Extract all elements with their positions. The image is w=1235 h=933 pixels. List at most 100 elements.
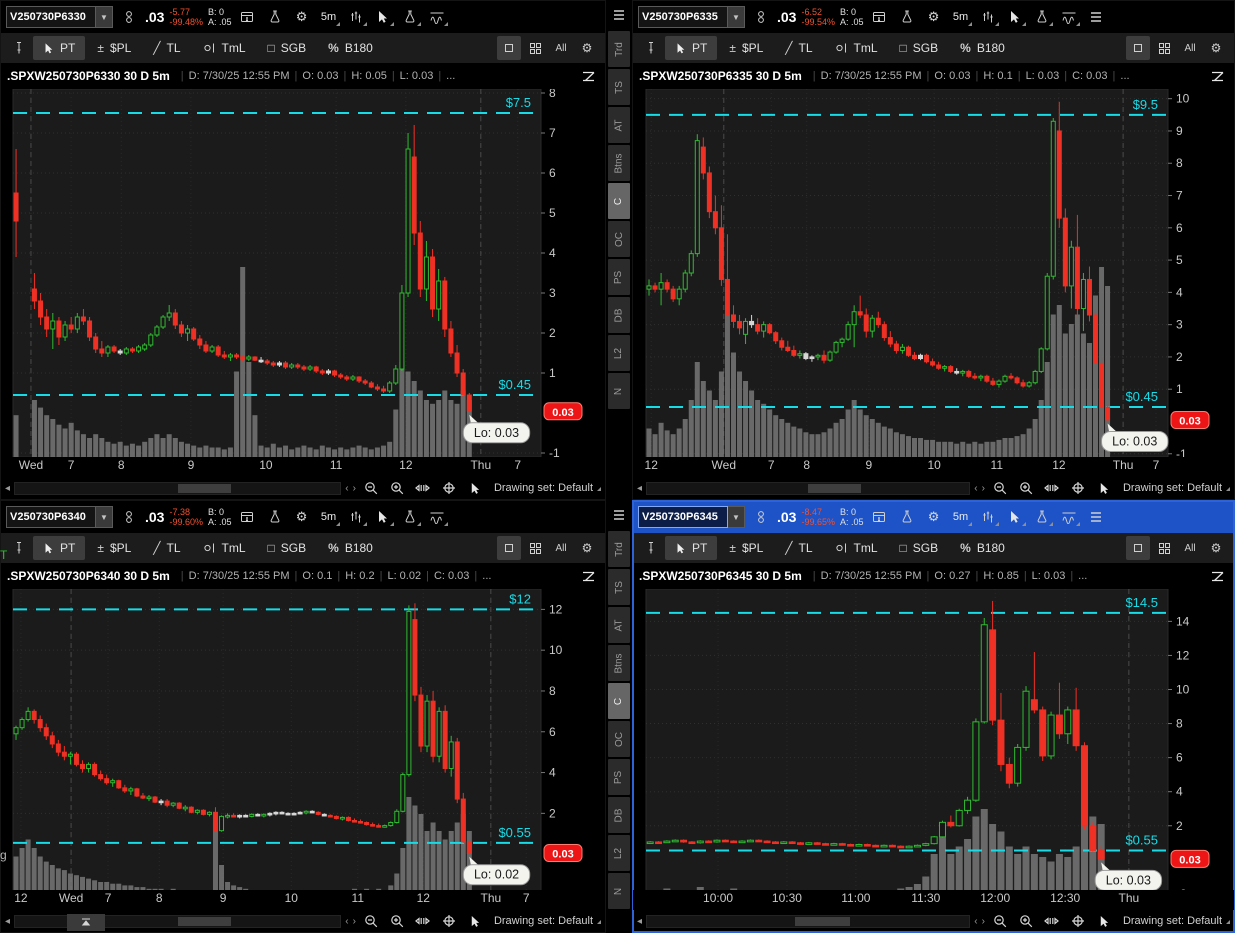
timeline-tool-button[interactable]: TmL — [825, 36, 888, 60]
crosshair-icon[interactable] — [1067, 476, 1089, 500]
pan-icon[interactable] — [1041, 909, 1063, 933]
analyze-flask-icon[interactable] — [264, 505, 286, 529]
sgb-tool-button[interactable]: □ SGB — [258, 36, 317, 60]
price-chart[interactable]: $12$0.5512108642-20.03Lo: 0.02 — [1, 589, 606, 890]
zoom-in-icon[interactable] — [1015, 476, 1037, 500]
gadget-tab-c[interactable]: C — [608, 683, 630, 719]
toolbar-gear-icon[interactable]: ⚙ — [575, 536, 599, 560]
chart-mode-icon[interactable] — [577, 564, 599, 588]
gadget-tab-db[interactable]: DB — [608, 297, 630, 333]
gear-icon[interactable]: ⚙ — [291, 5, 313, 29]
timeframe-button[interactable]: 5m — [318, 505, 340, 529]
gadget-tab-at[interactable]: AT — [608, 107, 630, 143]
events-icon[interactable] — [237, 5, 259, 29]
gadget-tab-trd[interactable]: Trd — [608, 531, 630, 567]
gadget-tab-c[interactable]: C — [608, 183, 630, 219]
single-pane-icon[interactable] — [497, 536, 521, 560]
step-right-icon[interactable]: › — [982, 483, 985, 494]
zoom-in-icon[interactable] — [1015, 909, 1037, 933]
gadget-tab-n[interactable]: N — [608, 873, 630, 909]
studies-flask-icon[interactable] — [399, 5, 421, 29]
zoom-in-icon[interactable] — [386, 909, 408, 933]
trendline-tool-button[interactable]: ╱ TL — [775, 536, 822, 560]
step-left-icon[interactable]: ‹ — [974, 483, 977, 494]
drawing-set-label[interactable]: Drawing set: Default — [490, 482, 601, 494]
gadget-tab-ps[interactable]: PS — [608, 259, 630, 295]
gadget-menu-icon[interactable] — [608, 503, 630, 527]
gadget-tab-btns[interactable]: Btns — [608, 645, 630, 681]
timeframe-button[interactable]: 5m — [950, 505, 972, 529]
step-right-icon[interactable]: › — [353, 916, 356, 927]
b180-tool-button[interactable]: % B180 — [950, 536, 1015, 560]
timeframe-button[interactable]: 5m — [950, 5, 972, 29]
analyze-flask-icon[interactable] — [896, 5, 918, 29]
cursor-icon[interactable] — [372, 505, 394, 529]
timeline-tool-button[interactable]: TmL — [193, 36, 256, 60]
crosshair-icon[interactable] — [1067, 909, 1089, 933]
symbol-dropdown-button[interactable]: ▼ — [96, 506, 113, 528]
studies-flask-icon[interactable] — [1031, 5, 1053, 29]
gear-icon[interactable]: ⚙ — [291, 505, 313, 529]
all-button[interactable]: All — [1178, 36, 1202, 60]
pointer-tool-button[interactable]: PT — [665, 536, 717, 560]
bar-cursor-icon[interactable] — [1093, 476, 1115, 500]
pattern-icon[interactable] — [977, 5, 999, 29]
studies-flask-icon[interactable] — [399, 505, 421, 529]
b180-tool-button[interactable]: % B180 — [318, 36, 383, 60]
pin-icon[interactable] — [7, 536, 31, 560]
drawings-icon[interactable] — [1058, 5, 1080, 29]
all-button[interactable]: All — [1178, 536, 1202, 560]
bar-cursor-icon[interactable] — [464, 909, 486, 933]
chart-mode-icon[interactable] — [577, 64, 599, 88]
scrollbar-thumb[interactable] — [795, 917, 850, 926]
timeline-tool-button[interactable]: TmL — [825, 536, 888, 560]
pointer-tool-button[interactable]: PT — [665, 36, 717, 60]
pin-icon[interactable] — [639, 36, 663, 60]
trendline-tool-button[interactable]: ╱ TL — [775, 36, 822, 60]
drawing-set-label[interactable]: Drawing set: Default — [1119, 482, 1230, 494]
bar-cursor-icon[interactable] — [1093, 909, 1115, 933]
zoom-out-icon[interactable] — [989, 476, 1011, 500]
pl-tool-button[interactable]: ± $PL — [87, 36, 141, 60]
link-icon[interactable] — [750, 505, 772, 529]
pl-tool-button[interactable]: ± $PL — [719, 36, 773, 60]
zoom-out-icon[interactable] — [360, 909, 382, 933]
symbol-dropdown-button[interactable]: ▼ — [728, 6, 745, 28]
trendline-tool-button[interactable]: ╱ TL — [143, 36, 190, 60]
sgb-tool-button[interactable]: □ SGB — [890, 36, 949, 60]
pattern-icon[interactable] — [345, 5, 367, 29]
b180-tool-button[interactable]: % B180 — [318, 536, 383, 560]
pan-icon[interactable] — [1041, 476, 1063, 500]
chart-scrollbar[interactable] — [646, 482, 970, 495]
all-button[interactable]: All — [549, 536, 573, 560]
gadget-tab-trd[interactable]: Trd — [608, 31, 630, 67]
cursor-icon[interactable] — [1004, 505, 1026, 529]
gadget-tab-l2[interactable]: L2 — [608, 335, 630, 371]
step-right-icon[interactable]: › — [353, 483, 356, 494]
sgb-tool-button[interactable]: □ SGB — [258, 536, 317, 560]
crosshair-icon[interactable] — [438, 476, 460, 500]
gadget-menu-icon[interactable] — [608, 3, 630, 27]
single-pane-icon[interactable] — [497, 36, 521, 60]
toolbar-gear-icon[interactable]: ⚙ — [575, 36, 599, 60]
scroll-left-icon[interactable]: ◂ — [637, 483, 642, 494]
chart-mode-icon[interactable] — [1206, 64, 1228, 88]
pattern-icon[interactable] — [345, 505, 367, 529]
drawing-set-label[interactable]: Drawing set: Default — [1119, 915, 1230, 927]
pan-icon[interactable] — [412, 909, 434, 933]
single-pane-icon[interactable] — [1126, 536, 1150, 560]
symbol-input[interactable] — [6, 506, 96, 528]
link-icon[interactable] — [750, 5, 772, 29]
toolbar-gear-icon[interactable]: ⚙ — [1204, 536, 1228, 560]
cursor-icon[interactable] — [1004, 5, 1026, 29]
studies-flask-icon[interactable] — [1031, 505, 1053, 529]
single-pane-icon[interactable] — [1126, 36, 1150, 60]
analyze-flask-icon[interactable] — [264, 5, 286, 29]
bar-cursor-icon[interactable] — [464, 476, 486, 500]
gadget-tab-btns[interactable]: Btns — [608, 145, 630, 181]
price-chart[interactable]: $9.5$0.4510987654321-10.03Lo: 0.03 — [633, 89, 1235, 457]
gadget-tab-at[interactable]: AT — [608, 607, 630, 643]
gadget-tab-ps[interactable]: PS — [608, 759, 630, 795]
symbol-input[interactable] — [638, 506, 728, 528]
gear-icon[interactable]: ⚙ — [923, 5, 945, 29]
